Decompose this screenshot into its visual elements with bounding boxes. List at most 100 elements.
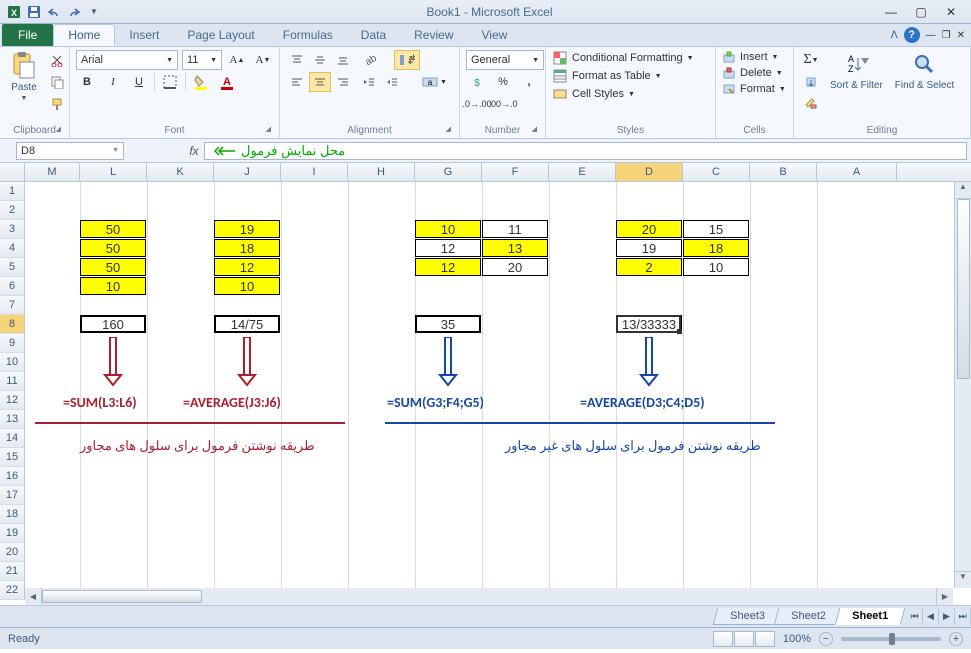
close-button[interactable]: ✕	[937, 3, 965, 21]
row-11[interactable]: 11	[0, 372, 25, 391]
col-H[interactable]: H	[348, 163, 415, 181]
row-4[interactable]: 4	[0, 239, 25, 258]
tab-view[interactable]: View	[468, 24, 522, 46]
cell-C3[interactable]: 15	[683, 220, 749, 238]
row-3[interactable]: 3	[0, 220, 25, 239]
clear-button[interactable]	[800, 94, 822, 114]
maximize-button[interactable]: ▢	[907, 3, 935, 21]
grow-font-button[interactable]: A▲	[226, 50, 248, 70]
font-color-button[interactable]: A	[216, 72, 238, 92]
paste-button[interactable]: Paste ▼	[6, 50, 42, 104]
row-17[interactable]: 17	[0, 486, 25, 505]
row-7[interactable]: 7	[0, 296, 25, 315]
row-9[interactable]: 9	[0, 334, 25, 353]
col-M[interactable]: M	[25, 163, 80, 181]
pagelayout-view-button[interactable]	[734, 631, 754, 647]
minimize-button[interactable]: —	[877, 3, 905, 21]
cell-G3[interactable]: 10	[415, 220, 481, 238]
cell-J5[interactable]: 12	[214, 258, 280, 276]
cell-C4[interactable]: 18	[683, 239, 749, 257]
zoom-out-button[interactable]: −	[819, 632, 833, 646]
row-14[interactable]: 14	[0, 429, 25, 448]
conditional-formatting-button[interactable]: Conditional Formatting▼	[552, 50, 694, 66]
accounting-format-button[interactable]: $	[466, 72, 488, 92]
merge-center-button[interactable]: a▼	[417, 72, 452, 92]
workbook-close-icon[interactable]: ✕	[957, 30, 965, 41]
align-right-button[interactable]	[332, 72, 354, 92]
pagebreak-view-button[interactable]	[755, 631, 775, 647]
qat-dropdown-icon[interactable]: ▼	[86, 4, 102, 20]
tab-page-layout[interactable]: Page Layout	[173, 24, 268, 46]
col-B[interactable]: B	[750, 163, 817, 181]
row-2[interactable]: 2	[0, 201, 25, 220]
sheet-nav-next-icon[interactable]: ▶	[939, 608, 955, 626]
cell-J6[interactable]: 10	[214, 277, 280, 295]
find-select-button[interactable]: Find & Select	[891, 50, 958, 93]
comma-format-button[interactable]: ,	[518, 72, 540, 92]
font-size-combo[interactable]: 11▼	[182, 50, 222, 70]
sheet-tab[interactable]: Sheet2	[774, 608, 843, 625]
fx-icon[interactable]: fx	[184, 144, 204, 158]
delete-cells-button[interactable]: Delete▼	[722, 66, 783, 80]
orientation-button[interactable]: ab	[358, 50, 380, 70]
decrease-decimal-button[interactable]: .00→.0	[492, 94, 514, 114]
col-F[interactable]: F	[482, 163, 549, 181]
col-D[interactable]: D	[616, 163, 683, 181]
cell-J3[interactable]: 19	[214, 220, 280, 238]
cell-G4[interactable]: 12	[415, 239, 481, 257]
insert-cells-button[interactable]: Insert▼	[722, 50, 778, 64]
row-6[interactable]: 6	[0, 277, 25, 296]
tab-formulas[interactable]: Formulas	[269, 24, 347, 46]
format-as-table-button[interactable]: Format as Table▼	[552, 68, 662, 84]
fill-color-button[interactable]	[190, 72, 212, 92]
sort-filter-button[interactable]: AZ Sort & Filter	[826, 50, 887, 93]
cell-G5[interactable]: 12	[415, 258, 481, 276]
col-E[interactable]: E	[549, 163, 616, 181]
formula-input[interactable]: محل نمایش فرمول	[204, 142, 967, 160]
col-K[interactable]: K	[147, 163, 214, 181]
row-18[interactable]: 18	[0, 505, 25, 524]
align-left-button[interactable]	[286, 72, 308, 92]
file-tab[interactable]: File	[2, 24, 53, 46]
row-13[interactable]: 13	[0, 410, 25, 429]
row-8[interactable]: 8	[0, 315, 25, 334]
zoom-slider[interactable]	[841, 637, 941, 641]
number-format-combo[interactable]: General▼	[466, 50, 544, 70]
save-icon[interactable]	[26, 4, 42, 20]
row-20[interactable]: 20	[0, 543, 25, 562]
vertical-scrollbar[interactable]: ▲ ▼	[954, 182, 971, 588]
normal-view-button[interactable]	[713, 631, 733, 647]
cell-D4[interactable]: 19	[616, 239, 682, 257]
row-22[interactable]: 22	[0, 581, 25, 600]
underline-button[interactable]: U	[128, 72, 150, 92]
row-12[interactable]: 12	[0, 391, 25, 410]
col-I[interactable]: I	[281, 163, 348, 181]
format-painter-button[interactable]	[46, 94, 68, 114]
tab-home[interactable]: Home	[53, 24, 115, 46]
sheet-tab[interactable]: Sheet1	[835, 608, 906, 625]
cell-L5[interactable]: 50	[80, 258, 146, 276]
cut-button[interactable]	[46, 50, 68, 70]
row-16[interactable]: 16	[0, 467, 25, 486]
cell-L3[interactable]: 50	[80, 220, 146, 238]
name-box[interactable]: D8▼	[16, 142, 124, 160]
cell-F3[interactable]: 11	[482, 220, 548, 238]
cell-G8[interactable]: 35	[415, 315, 481, 333]
col-C[interactable]: C	[683, 163, 750, 181]
row-21[interactable]: 21	[0, 562, 25, 581]
copy-button[interactable]	[46, 72, 68, 92]
align-center-button[interactable]	[309, 72, 331, 92]
sheet-nav-prev-icon[interactable]: ◀	[923, 608, 939, 626]
select-all-corner[interactable]	[0, 163, 25, 181]
col-L[interactable]: L	[80, 163, 147, 181]
cell-L8[interactable]: 160	[80, 315, 146, 333]
align-middle-button[interactable]	[309, 50, 331, 70]
row-19[interactable]: 19	[0, 524, 25, 543]
decrease-indent-button[interactable]	[358, 72, 380, 92]
sheet-nav-last-icon[interactable]: ⏭	[955, 608, 971, 626]
row-5[interactable]: 5	[0, 258, 25, 277]
cell-D5[interactable]: 2	[616, 258, 682, 276]
help-icon[interactable]: ?	[904, 27, 920, 43]
format-cells-button[interactable]: Format▼	[722, 82, 786, 96]
minimize-ribbon-icon[interactable]: ᐱ	[891, 30, 898, 41]
